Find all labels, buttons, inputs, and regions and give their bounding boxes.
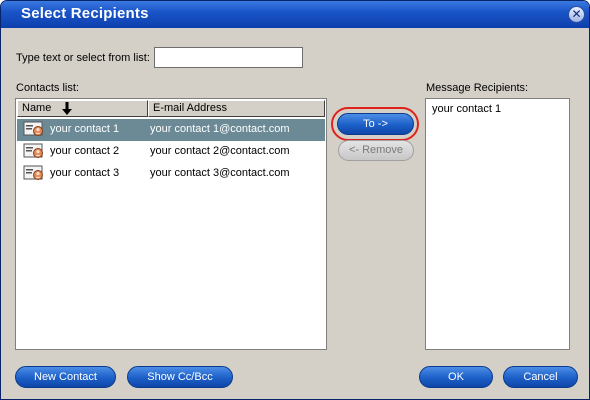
arrow-down-icon: [62, 102, 72, 115]
table-row[interactable]: your contact 2 your contact 2@contact.co…: [17, 141, 325, 163]
contact-name: your contact 3: [50, 167, 120, 179]
show-cc-bcc-button[interactable]: Show Cc/Bcc: [127, 366, 233, 388]
column-header-name-label: Name: [22, 102, 52, 114]
select-recipients-dialog: Select Recipients ✕ Type text or select …: [0, 0, 590, 400]
recipient-item[interactable]: your contact 1: [432, 103, 501, 115]
column-header-name[interactable]: Name: [17, 100, 148, 117]
contact-card-icon: [23, 121, 43, 136]
dialog-title: Select Recipients: [21, 5, 149, 22]
close-icon: ✕: [571, 7, 582, 21]
contact-card-icon: [23, 165, 43, 180]
column-header-email-label: E-mail Address: [153, 102, 227, 114]
table-row[interactable]: your contact 1 your contact 1@contact.co…: [17, 119, 325, 141]
contacts-list-label: Contacts list:: [16, 82, 79, 94]
list-header: Name E-mail Address: [17, 100, 325, 117]
recipients-list[interactable]: your contact 1: [425, 98, 570, 350]
contacts-list[interactable]: Name E-mail Address your contact 1 your: [15, 98, 327, 350]
column-header-email[interactable]: E-mail Address: [148, 100, 325, 117]
contact-name: your contact 1: [50, 123, 120, 135]
contact-email: your contact 3@contact.com: [150, 167, 290, 179]
close-button[interactable]: ✕: [568, 6, 585, 23]
contact-email: your contact 2@contact.com: [150, 145, 290, 157]
search-label: Type text or select from list:: [16, 52, 150, 64]
table-row[interactable]: your contact 3 your contact 3@contact.co…: [17, 163, 325, 185]
recipients-label: Message Recipients:: [426, 82, 529, 94]
remove-button[interactable]: <- Remove: [338, 140, 414, 161]
search-input[interactable]: [154, 47, 303, 68]
contact-card-icon: [23, 143, 43, 158]
contact-name: your contact 2: [50, 145, 120, 157]
cancel-button[interactable]: Cancel: [503, 366, 578, 388]
ok-button[interactable]: OK: [419, 366, 493, 388]
to-button[interactable]: To ->: [337, 113, 414, 135]
new-contact-button[interactable]: New Contact: [15, 366, 116, 388]
contact-email: your contact 1@contact.com: [150, 123, 290, 135]
title-bar[interactable]: Select Recipients ✕: [1, 1, 589, 28]
